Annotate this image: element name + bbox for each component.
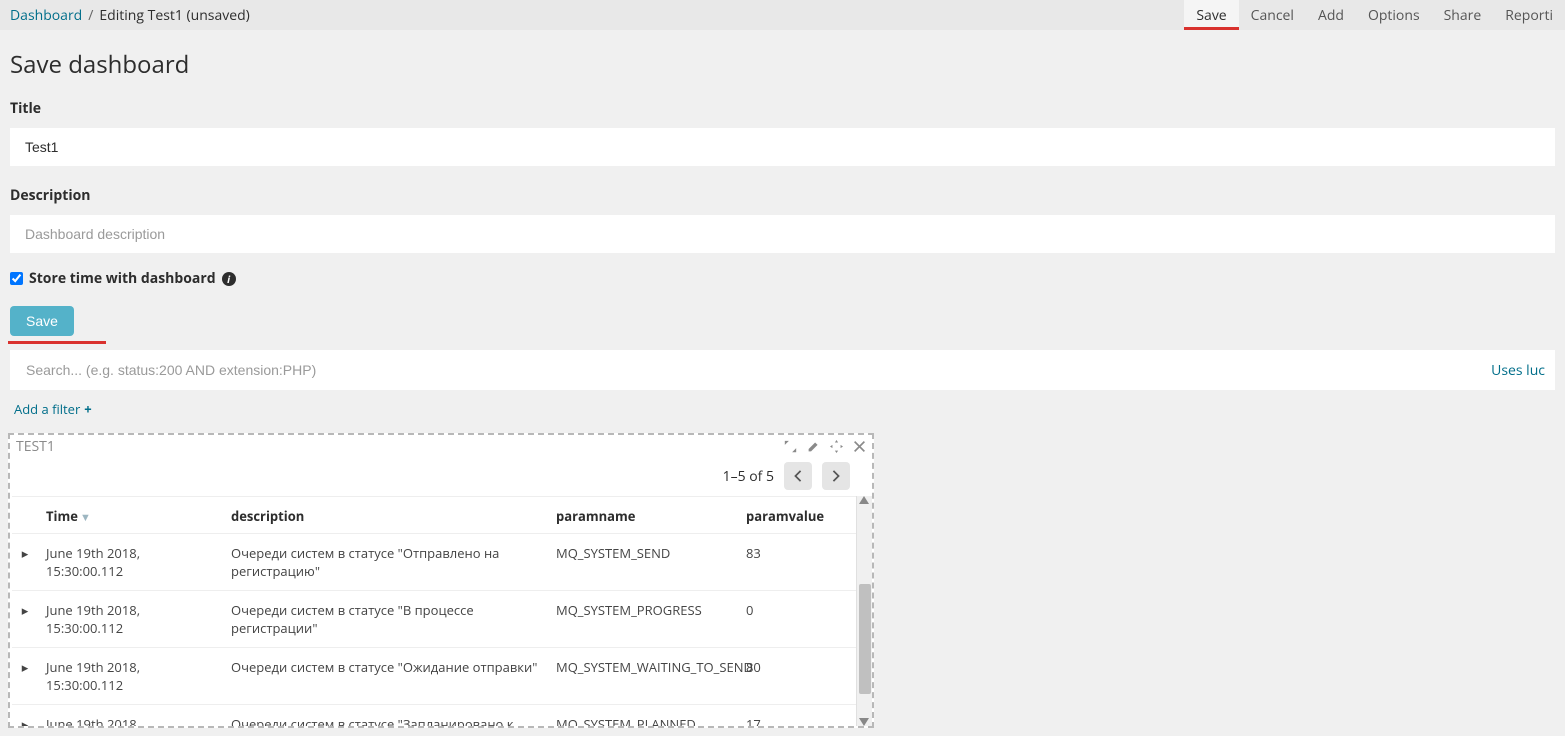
search-input[interactable]: [24, 350, 1491, 390]
breadcrumb-current: Editing Test1 (unsaved): [99, 6, 249, 25]
title-input[interactable]: [10, 128, 1555, 166]
query-syntax-hint-link[interactable]: Uses luc: [1491, 361, 1545, 380]
cell-paramname: MQ_SYSTEM_PROGRESS: [548, 591, 738, 648]
pager: 1–5 of 5: [12, 456, 872, 496]
viz-header: TEST1: [10, 435, 872, 456]
breadcrumb-root-link[interactable]: Dashboard: [10, 6, 82, 25]
table-row[interactable]: ▸June 19th 2018, 15:30:00.111Очереди сис…: [12, 705, 872, 727]
save-button-wrapper: Save: [10, 292, 1555, 342]
store-time-row: Store time with dashboard i: [10, 257, 1555, 292]
store-time-label: Store time with dashboard i: [29, 269, 236, 288]
tab-cancel[interactable]: Cancel: [1239, 0, 1306, 30]
cell-description: Очереди систем в статусе "Отправлено на …: [223, 534, 548, 591]
description-label: Description: [10, 170, 1555, 211]
pager-next-button[interactable]: [822, 462, 850, 490]
filter-bar: Add a filter +: [0, 390, 1565, 429]
info-icon[interactable]: i: [222, 272, 236, 286]
viz-body: 1–5 of 5 Time: [10, 456, 872, 726]
search-bar: Uses luc: [10, 350, 1555, 390]
table-row[interactable]: ▸June 19th 2018, 15:30:00.112Очереди сис…: [12, 534, 872, 591]
add-filter-link[interactable]: Add a filter +: [14, 400, 92, 418]
save-dashboard-panel: Save dashboard Title Description Store t…: [0, 30, 1565, 342]
cell-paramvalue: 80: [738, 648, 872, 705]
plus-icon: +: [84, 400, 91, 418]
table-row[interactable]: ▸June 19th 2018, 15:30:00.112Очереди сис…: [12, 591, 872, 648]
cell-description: Очереди систем в статусе "Ожидание отпра…: [223, 648, 548, 705]
pager-prev-button[interactable]: [784, 462, 812, 490]
cell-time: June 19th 2018, 15:30:00.112: [38, 591, 223, 648]
expand-icon[interactable]: [784, 440, 797, 453]
cell-paramname: MQ_SYSTEM_PLANNED: [548, 705, 738, 727]
save-annotation-underline: [8, 341, 106, 344]
tab-share[interactable]: Share: [1432, 0, 1494, 30]
tab-save[interactable]: Save: [1184, 0, 1238, 30]
data-table: Time▼ description paramname paramvalue ▸…: [12, 496, 872, 726]
cell-paramvalue: 0: [738, 591, 872, 648]
cell-paramname: MQ_SYSTEM_WAITING_TO_SEND: [548, 648, 738, 705]
topbar: Dashboard / Editing Test1 (unsaved) Save…: [0, 0, 1565, 30]
viz-panel[interactable]: TEST1 1–5 of 5: [8, 433, 874, 728]
move-icon[interactable]: [830, 440, 843, 453]
title-label: Title: [10, 93, 1555, 124]
cell-paramvalue: 17: [738, 705, 872, 727]
table-row[interactable]: ▸June 19th 2018, 15:30:00.112Очереди сис…: [12, 648, 872, 705]
save-button[interactable]: Save: [10, 306, 74, 336]
chevron-right-icon: [831, 470, 841, 482]
cell-paramname: MQ_SYSTEM_SEND: [548, 534, 738, 591]
tab-options[interactable]: Options: [1356, 0, 1432, 30]
edit-icon[interactable]: [807, 440, 820, 453]
expand-header: [12, 497, 38, 534]
pager-text: 1–5 of 5: [723, 467, 774, 486]
description-input[interactable]: [10, 215, 1555, 253]
cell-description: Очереди систем в статусе "Запланировано …: [223, 705, 548, 727]
breadcrumb-separator: /: [88, 6, 93, 25]
cell-description: Очереди систем в статусе "В процессе рег…: [223, 591, 548, 648]
add-filter-text: Add a filter: [14, 400, 80, 418]
viz-grid: TEST1 1–5 of 5: [8, 433, 1557, 728]
cell-time: June 19th 2018, 15:30:00.112: [38, 648, 223, 705]
cell-time: June 19th 2018, 15:30:00.111: [38, 705, 223, 727]
store-time-text: Store time with dashboard: [29, 269, 216, 288]
tab-reporting[interactable]: Reporti: [1493, 0, 1565, 30]
close-icon[interactable]: [853, 440, 866, 453]
col-paramname[interactable]: paramname: [548, 497, 738, 534]
expand-toggle[interactable]: ▸: [12, 648, 38, 705]
viz-toolbar: [784, 440, 866, 453]
table-body: ▸June 19th 2018, 15:30:00.112Очереди сис…: [12, 534, 872, 727]
tab-add[interactable]: Add: [1306, 0, 1356, 30]
table-header-row: Time▼ description paramname paramvalue: [12, 497, 872, 534]
expand-toggle[interactable]: ▸: [12, 705, 38, 727]
breadcrumb: Dashboard / Editing Test1 (unsaved): [10, 0, 250, 30]
store-time-checkbox[interactable]: [10, 272, 23, 285]
top-tabs: Save Cancel Add Options Share Reporti: [1184, 0, 1565, 30]
col-time[interactable]: Time▼: [38, 497, 223, 534]
sort-desc-icon: ▼: [80, 510, 91, 525]
scrollbar-vertical[interactable]: [856, 496, 872, 726]
col-description[interactable]: description: [223, 497, 548, 534]
scrollbar-thumb[interactable]: [859, 584, 871, 694]
col-paramvalue[interactable]: paramvalue: [738, 497, 872, 534]
cell-time: June 19th 2018, 15:30:00.112: [38, 534, 223, 591]
expand-toggle[interactable]: ▸: [12, 591, 38, 648]
expand-toggle[interactable]: ▸: [12, 534, 38, 591]
viz-title: TEST1: [16, 437, 55, 456]
chevron-left-icon: [793, 470, 803, 482]
panel-title: Save dashboard: [10, 48, 1555, 81]
table-scroll[interactable]: Time▼ description paramname paramvalue ▸…: [12, 496, 872, 726]
cell-paramvalue: 83: [738, 534, 872, 591]
